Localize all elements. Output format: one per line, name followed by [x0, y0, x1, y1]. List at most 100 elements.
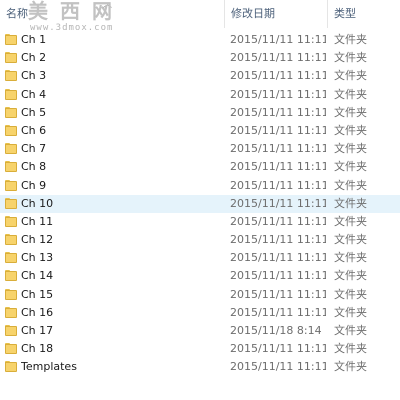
file-modified-date: 2015/11/11 11:11 [230, 160, 326, 174]
column-header-name[interactable]: 名称 ︿ [0, 0, 223, 28]
file-name: Ch 3 [21, 69, 47, 83]
file-name: Ch 13 [21, 251, 54, 265]
file-modified-date: 2015/11/11 11:11 [230, 251, 326, 265]
file-modified-date: 2015/11/11 11:11 [230, 142, 326, 156]
folder-icon [5, 234, 17, 246]
folder-icon [5, 288, 17, 300]
file-type: 文件夹 [334, 33, 367, 46]
file-row[interactable]: Ch 15 2015/11/11 11:11 文件夹 [0, 286, 400, 304]
file-name: Ch 18 [21, 342, 54, 356]
file-modified-date: 2015/11/11 11:11 [230, 233, 326, 247]
file-type: 文件夹 [334, 360, 367, 374]
file-modified-date: 2015/11/11 11:11 [230, 196, 326, 210]
file-type: 文件夹 [334, 196, 367, 210]
file-modified-date: 2015/11/11 11:11 [230, 87, 326, 101]
column-header-bar: 名称 ︿ 修改日期 类型 [0, 0, 400, 28]
file-type: 文件夹 [334, 160, 367, 174]
file-modified-date: 2015/11/11 11:11 [230, 287, 326, 301]
file-type: 文件夹 [334, 269, 367, 283]
column-header-type[interactable]: 类型 [327, 0, 400, 28]
file-row[interactable]: Templates 2015/11/11 11:11 文件夹 [0, 358, 400, 376]
folder-icon [5, 179, 17, 191]
file-name: Ch 9 [21, 178, 47, 192]
file-row[interactable]: Ch 10 2015/11/11 11:11 文件夹 [0, 194, 400, 213]
file-name: Ch 16 [21, 305, 54, 319]
file-modified-date: 2015/11/11 11:11 [230, 178, 326, 192]
file-name: Ch 15 [21, 287, 54, 301]
folder-icon [5, 34, 17, 45]
folder-icon [5, 306, 17, 318]
file-name: Ch 7 [21, 142, 47, 156]
file-name: Ch 11 [21, 214, 54, 228]
folder-icon [5, 270, 17, 282]
folder-icon [5, 143, 17, 155]
file-list: Ch 1 2015/11/11 11:11 文件夹 Ch 2 2015/11/11 11… [0, 31, 400, 377]
file-name: Ch 4 [21, 87, 47, 101]
file-modified-date: 2015/11/11 11:11 [230, 360, 326, 374]
file-name: Ch 14 [21, 269, 54, 283]
file-modified-date: 2015/11/11 11:11 [230, 51, 326, 65]
file-modified-date: 2015/11/11 11:11 [230, 105, 326, 119]
folder-icon [5, 106, 17, 118]
file-row[interactable]: Ch 16 2015/11/11 11:11 文件夹 [0, 304, 400, 322]
folder-icon [5, 325, 17, 336]
column-header-name-label: 名称 [6, 7, 28, 20]
file-type: 文件夹 [334, 51, 367, 65]
column-header-date-label: 修改日期 [231, 7, 275, 20]
file-type: 文件夹 [334, 305, 367, 319]
file-modified-date: 2015/11/11 11:11 [230, 69, 326, 83]
file-type: 文件夹 [334, 342, 367, 356]
file-type: 文件夹 [334, 123, 367, 137]
file-name: Ch 6 [21, 123, 47, 137]
file-type: 文件夹 [334, 287, 367, 301]
file-name: Ch 1 [21, 33, 47, 46]
file-modified-date: 2015/11/11 11:11 [230, 33, 326, 46]
file-modified-date: 2015/11/11 11:11 [230, 342, 326, 356]
file-modified-date: 2015/11/18 8:14 [230, 324, 322, 337]
file-row[interactable]: Ch 18 2015/11/11 11:11 文件夹 [0, 340, 400, 358]
file-modified-date: 2015/11/11 11:11 [230, 123, 326, 137]
folder-icon [5, 52, 17, 64]
file-type: 文件夹 [334, 233, 367, 247]
folder-icon [5, 161, 17, 173]
file-name: Ch 8 [21, 160, 47, 174]
file-row[interactable]: Ch 6 2015/11/11 11:11 文件夹 [0, 122, 400, 140]
folder-icon [5, 361, 17, 373]
sort-ascending-icon: ︿ [103, 0, 113, 10]
column-header-date[interactable]: 修改日期 [224, 0, 326, 28]
file-name: Ch 12 [21, 233, 54, 247]
file-row[interactable]: Ch 9 2015/11/11 11:11 文件夹 [0, 177, 400, 195]
file-row[interactable]: Ch 12 2015/11/11 11:11 文件夹 [0, 231, 400, 249]
folder-icon [5, 197, 17, 209]
folder-icon [5, 124, 17, 136]
file-row[interactable]: Ch 13 2015/11/11 11:11 文件夹 [0, 249, 400, 267]
file-modified-date: 2015/11/11 11:11 [230, 269, 326, 283]
file-name: Ch 2 [21, 51, 47, 65]
file-row[interactable]: Ch 11 2015/11/11 11:11 文件夹 [0, 213, 400, 231]
file-row[interactable]: Ch 8 2015/11/11 11:11 文件夹 [0, 158, 400, 176]
file-row[interactable]: Ch 1 2015/11/11 11:11 文件夹 [0, 31, 400, 49]
file-modified-date: 2015/11/11 11:11 [230, 305, 326, 319]
file-type: 文件夹 [334, 105, 367, 119]
file-row[interactable]: Ch 17 2015/11/18 8:14 文件夹 [0, 322, 400, 340]
file-row[interactable]: Ch 3 2015/11/11 11:11 文件夹 [0, 67, 400, 85]
file-type: 文件夹 [334, 142, 367, 156]
file-type: 文件夹 [334, 178, 367, 192]
file-type: 文件夹 [334, 324, 367, 337]
folder-icon [5, 215, 17, 227]
file-type: 文件夹 [334, 69, 367, 83]
file-row[interactable]: Ch 4 2015/11/11 11:11 文件夹 [0, 86, 400, 104]
folder-icon [5, 252, 17, 264]
file-name: Ch 5 [21, 105, 47, 119]
file-type: 文件夹 [334, 214, 367, 228]
file-type: 文件夹 [334, 87, 367, 101]
file-row[interactable]: Ch 14 2015/11/11 11:11 文件夹 [0, 267, 400, 285]
column-header-type-label: 类型 [334, 7, 356, 20]
file-row[interactable]: Ch 7 2015/11/11 11:11 文件夹 [0, 140, 400, 158]
file-row[interactable]: Ch 5 2015/11/11 11:11 文件夹 [0, 104, 400, 122]
file-row[interactable]: Ch 2 2015/11/11 11:11 文件夹 [0, 49, 400, 67]
file-name: Ch 17 [21, 324, 54, 337]
file-name: Ch 10 [21, 196, 54, 210]
folder-icon [5, 70, 17, 82]
file-type: 文件夹 [334, 251, 367, 265]
